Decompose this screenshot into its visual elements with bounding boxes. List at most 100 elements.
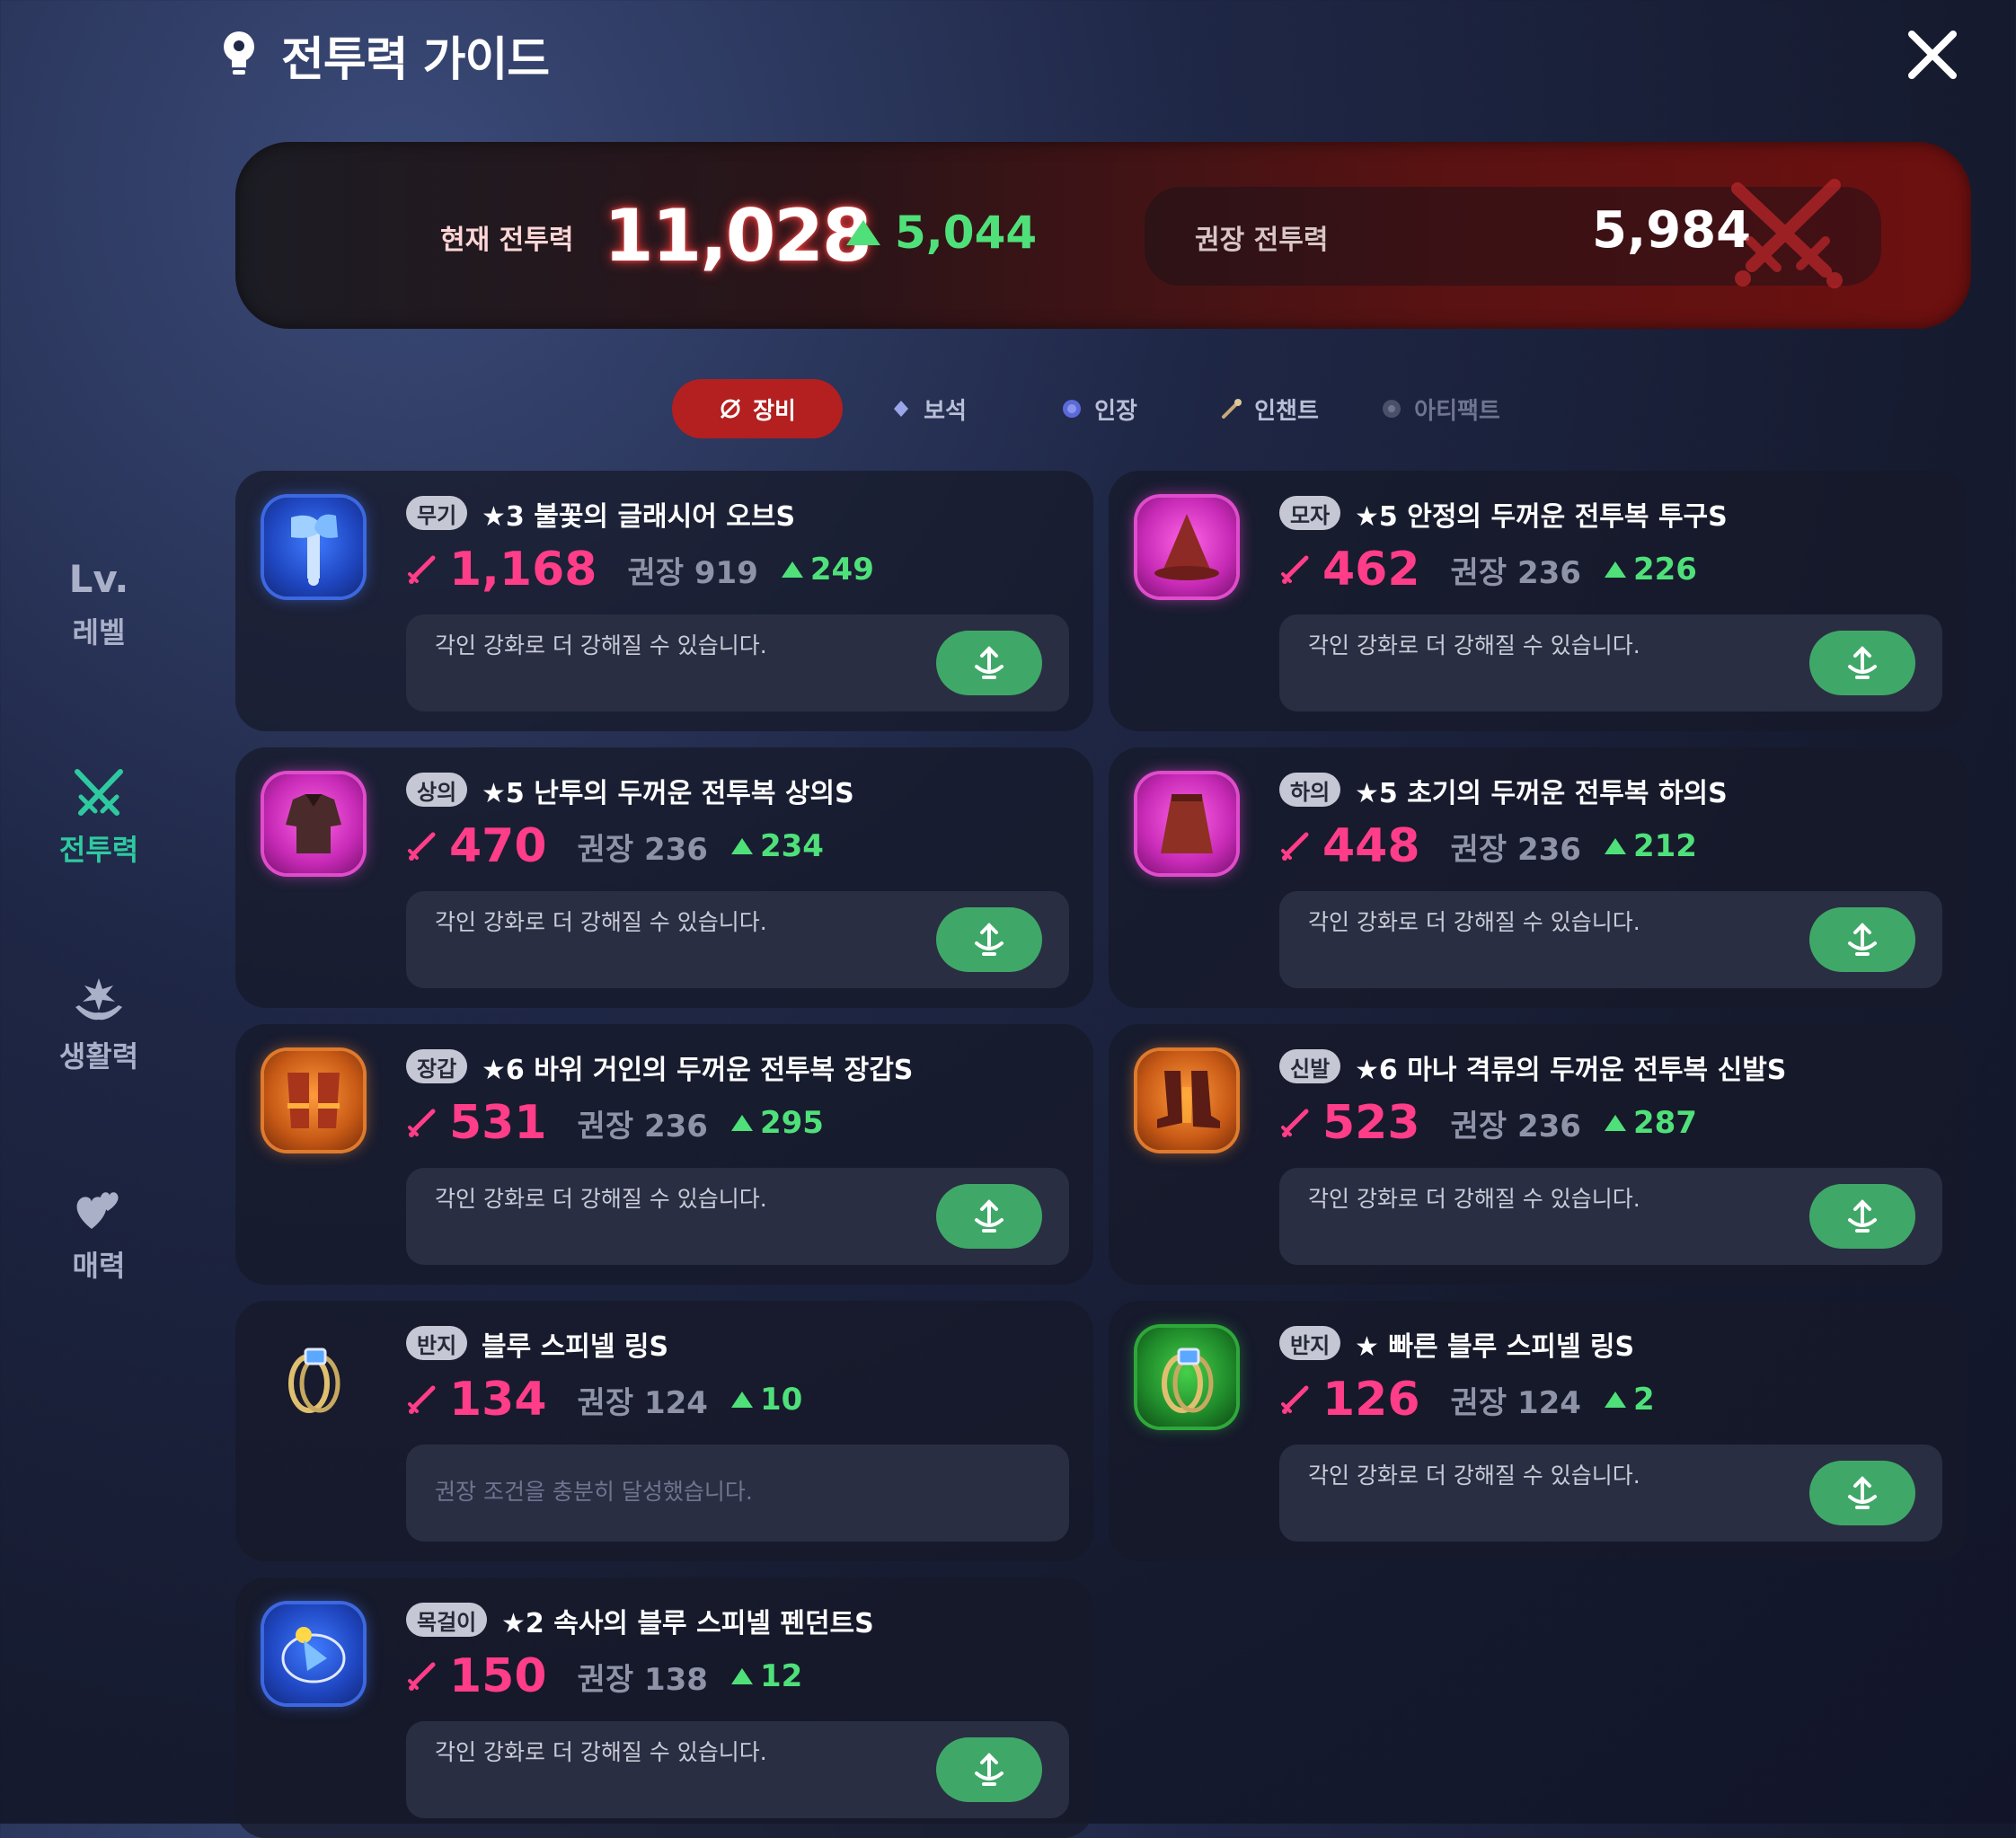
item-diff-value: 12 [759, 1658, 803, 1694]
item-icon-frame[interactable] [264, 498, 363, 596]
equipment-card: 상의 ★5 난투의 두꺼운 전투복 상의S 470 권장 236 234 각인 … [235, 747, 1093, 1008]
item-name: ★3 불꽃의 글래시어 오브S [482, 501, 796, 533]
item-icon-frame[interactable] [1137, 1328, 1236, 1427]
enchant-icon [1222, 399, 1242, 419]
item-recommended: 권장 138 [578, 1655, 708, 1699]
item-diff-value: 226 [1632, 552, 1697, 588]
sword-icon [408, 1109, 436, 1137]
recommended-prefix: 권장 [1450, 831, 1508, 868]
item-diff-value: 212 [1632, 828, 1697, 864]
item-recommended: 권장 236 [578, 1101, 708, 1145]
item-diff: 2 [1604, 1382, 1655, 1418]
item-message-box: 권장 조건을 충분히 달성했습니다. [406, 1445, 1069, 1542]
tab-enchant[interactable]: 인챈트 [1184, 379, 1355, 438]
sword-icon [1281, 1385, 1309, 1414]
recommended-value: 236 [1516, 1108, 1581, 1144]
item-message: 각인 강화로 더 강해질 수 있습니다. [1308, 909, 1640, 935]
pendant-icon [281, 1627, 346, 1683]
item-diff: 249 [781, 552, 874, 588]
item-power: 531 [449, 1096, 547, 1150]
item-diff: 12 [730, 1658, 803, 1694]
current-power-diff-value: 5,044 [895, 207, 1038, 259]
current-power-label: 현재 전투력 [440, 225, 574, 256]
upgrade-icon [1848, 646, 1877, 679]
item-diff: 295 [730, 1105, 824, 1141]
tab-equipment[interactable]: 장비 [672, 379, 843, 438]
recommended-value: 236 [1516, 831, 1581, 868]
ring-icon [288, 1348, 340, 1413]
nav-item-combat-power[interactable]: 전투력 [36, 768, 162, 869]
combat-power-summary: 현재 전투력 11,028 5,044 권장 전투력 5,984 [235, 142, 1971, 329]
engrave-upgrade-button[interactable] [936, 907, 1042, 972]
recommended-value: 236 [643, 1108, 708, 1144]
item-power: 1,168 [449, 543, 597, 596]
recommended-value: 919 [694, 554, 758, 591]
skirt-icon [1161, 794, 1213, 853]
tab-artifact[interactable]: 아티팩트 [1355, 379, 1525, 438]
item-icon-frame[interactable] [264, 1051, 363, 1150]
nav-label: 전투력 [58, 833, 139, 867]
item-icon-frame[interactable] [1137, 1051, 1236, 1150]
tab-label: 장비 [753, 397, 796, 425]
engrave-upgrade-button[interactable] [1809, 1184, 1915, 1249]
item-icon-frame[interactable] [264, 774, 363, 873]
recommended-prefix: 권장 [1450, 1108, 1508, 1144]
increase-arrow-icon [730, 838, 753, 854]
tab-label: 보석 [924, 397, 967, 425]
item-power: 150 [449, 1649, 547, 1703]
item-diff: 10 [730, 1382, 802, 1418]
item-name: ★6 바위 거인의 두꺼운 전투복 장갑S [482, 1055, 914, 1086]
nav-label: 생활력 [58, 1039, 139, 1074]
sprout-hands-icon [75, 978, 122, 1021]
nav-item-life-skill[interactable]: 생활력 [36, 975, 162, 1075]
recommended-value: 124 [643, 1384, 708, 1421]
item-message-box: 각인 강화로 더 강해질 수 있습니다. [1279, 1168, 1942, 1265]
engrave-upgrade-button[interactable] [1809, 1461, 1915, 1525]
recommended-value: 236 [1516, 554, 1581, 591]
increase-arrow-icon [1604, 838, 1626, 854]
upgrade-icon [975, 1199, 1004, 1233]
engrave-upgrade-button[interactable] [936, 631, 1042, 695]
engrave-upgrade-button[interactable] [1809, 631, 1915, 695]
item-icon-frame[interactable] [264, 1604, 363, 1703]
tab-label: 인챈트 [1254, 397, 1319, 425]
seal-icon [1063, 400, 1082, 418]
equipment-card: 반지 블루 스피넬 링S 134 권장 124 10 권장 조건을 충분히 달성… [235, 1301, 1093, 1561]
nav-label: 레벨 [72, 615, 126, 649]
lightbulb-icon [224, 31, 254, 75]
increase-arrow-icon [1604, 1392, 1626, 1408]
item-message-box: 각인 강화로 더 강해질 수 있습니다. [1279, 1445, 1942, 1542]
item-power: 470 [449, 819, 547, 873]
sword-icon [408, 555, 436, 584]
page-title: 전투력 가이드 [281, 32, 550, 87]
close-icon[interactable] [1905, 27, 1960, 83]
equipment-card: 무기 ★3 불꽃의 글래시어 오브S 1,168 권장 919 249 각인 강… [235, 471, 1093, 731]
item-icon-frame[interactable] [264, 1328, 363, 1427]
engrave-upgrade-button[interactable] [936, 1737, 1042, 1802]
slot-badge: 모자 [1279, 496, 1341, 530]
item-message: 각인 강화로 더 강해질 수 있습니다. [435, 1739, 767, 1765]
recommended-prefix: 권장 [627, 554, 685, 591]
item-power: 126 [1322, 1373, 1420, 1427]
equipment-card: 모자 ★5 안정의 두꺼운 전투복 투구S 462 권장 236 226 각인 … [1109, 471, 1967, 731]
tab-seal[interactable]: 인장 [1013, 379, 1184, 438]
item-stats: 1,168 권장 919 249 [406, 543, 874, 596]
item-name: ★6 마나 격류의 두꺼운 전투복 신발S [1355, 1055, 1787, 1086]
sword-icon [408, 1385, 436, 1414]
nav-item-charm[interactable]: 매력 [36, 1184, 162, 1285]
engrave-upgrade-button[interactable] [936, 1184, 1042, 1249]
sword-icon [408, 1662, 436, 1691]
engrave-upgrade-button[interactable] [1809, 907, 1915, 972]
crossed-swords-icon [75, 769, 123, 816]
item-icon-frame[interactable] [1137, 774, 1236, 873]
equipment-card: 신발 ★6 마나 격류의 두꺼운 전투복 신발S 523 권장 236 287 … [1109, 1024, 1967, 1285]
equipment-card: 반지 ★ 빠른 블루 스피넬 링S 126 권장 124 2 각인 강화로 더 … [1109, 1301, 1967, 1561]
tab-gem[interactable]: 보석 [843, 379, 1013, 438]
item-recommended: 권장 236 [1451, 825, 1581, 869]
nav-item-level[interactable]: Lv. 레벨 [36, 557, 162, 651]
item-diff-value: 234 [759, 828, 824, 864]
item-message-box: 각인 강화로 더 강해질 수 있습니다. [406, 891, 1069, 988]
slot-badge: 하의 [1279, 773, 1341, 807]
item-icon-frame[interactable] [1137, 498, 1236, 596]
item-stats: 150 권장 138 12 [406, 1649, 802, 1703]
